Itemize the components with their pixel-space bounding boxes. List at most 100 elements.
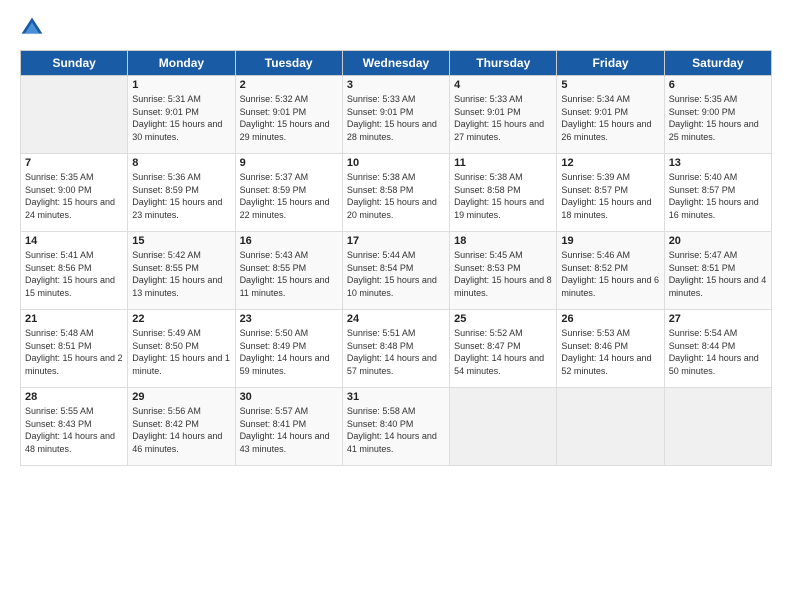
day-info: Sunrise: 5:35 AMSunset: 9:00 PMDaylight:… (25, 171, 123, 221)
calendar-cell: 12 Sunrise: 5:39 AMSunset: 8:57 PMDayligh… (557, 154, 664, 232)
header-monday: Monday (128, 51, 235, 76)
day-info: Sunrise: 5:45 AMSunset: 8:53 PMDaylight:… (454, 249, 552, 299)
calendar-cell: 16 Sunrise: 5:43 AMSunset: 8:55 PMDayligh… (235, 232, 342, 310)
day-number: 22 (132, 313, 230, 325)
day-number: 6 (669, 79, 767, 91)
day-number: 21 (25, 313, 123, 325)
calendar-cell: 11Sunrise: 5:38 AMSunset: 8:58 PMDayligh… (450, 154, 557, 232)
day-info: Sunrise: 5:36 AMSunset: 8:59 PMDaylight:… (132, 171, 230, 221)
calendar-cell: 23 Sunrise: 5:50 AMSunset: 8:49 PMDayligh… (235, 310, 342, 388)
calendar-cell (21, 76, 128, 154)
day-number: 27 (669, 313, 767, 325)
calendar-cell: 3 Sunrise: 5:33 AMSunset: 9:01 PMDaylight… (342, 76, 449, 154)
week-row-1: 7 Sunrise: 5:35 AMSunset: 9:00 PMDaylight… (21, 154, 772, 232)
calendar-cell (664, 388, 771, 466)
day-info: Sunrise: 5:38 AMSunset: 8:58 PMDaylight:… (347, 171, 445, 221)
day-number: 7 (25, 157, 123, 169)
day-number: 10 (347, 157, 445, 169)
week-row-4: 28 Sunrise: 5:55 AMSunset: 8:43 PMDayligh… (21, 388, 772, 466)
day-info: Sunrise: 5:51 AMSunset: 8:48 PMDaylight:… (347, 327, 445, 377)
day-number: 20 (669, 235, 767, 247)
calendar-cell: 17 Sunrise: 5:44 AMSunset: 8:54 PMDayligh… (342, 232, 449, 310)
header-sunday: Sunday (21, 51, 128, 76)
calendar-cell: 15 Sunrise: 5:42 AMSunset: 8:55 PMDayligh… (128, 232, 235, 310)
calendar-cell: 8 Sunrise: 5:36 AMSunset: 8:59 PMDaylight… (128, 154, 235, 232)
calendar-cell: 29Sunrise: 5:56 AMSunset: 8:42 PMDayligh… (128, 388, 235, 466)
week-row-0: 1 Sunrise: 5:31 AMSunset: 9:01 PMDaylight… (21, 76, 772, 154)
day-info: Sunrise: 5:39 AMSunset: 8:57 PMDaylight:… (561, 171, 659, 221)
day-number: 1 (132, 79, 230, 91)
day-info: Sunrise: 5:34 AMSunset: 9:01 PMDaylight:… (561, 93, 659, 143)
day-info: Sunrise: 5:47 AMSunset: 8:51 PMDaylight:… (669, 249, 767, 299)
day-info: Sunrise: 5:53 AMSunset: 8:46 PMDaylight:… (561, 327, 659, 377)
day-number: 13 (669, 157, 767, 169)
calendar-cell: 4Sunrise: 5:33 AMSunset: 9:01 PMDaylight… (450, 76, 557, 154)
calendar-cell: 24 Sunrise: 5:51 AMSunset: 8:48 PMDayligh… (342, 310, 449, 388)
header-thursday: Thursday (450, 51, 557, 76)
day-info: Sunrise: 5:46 AMSunset: 8:52 PMDaylight:… (561, 249, 659, 299)
week-row-2: 14Sunrise: 5:41 AMSunset: 8:56 PMDayligh… (21, 232, 772, 310)
calendar-cell: 20 Sunrise: 5:47 AMSunset: 8:51 PMDayligh… (664, 232, 771, 310)
logo (20, 16, 48, 40)
day-number: 16 (240, 235, 338, 247)
day-number: 2 (240, 79, 338, 91)
calendar-cell: 7 Sunrise: 5:35 AMSunset: 9:00 PMDaylight… (21, 154, 128, 232)
day-number: 8 (132, 157, 230, 169)
day-info: Sunrise: 5:54 AMSunset: 8:44 PMDaylight:… (669, 327, 767, 377)
day-info: Sunrise: 5:50 AMSunset: 8:49 PMDaylight:… (240, 327, 338, 377)
calendar-cell (557, 388, 664, 466)
calendar-cell: 10 Sunrise: 5:38 AMSunset: 8:58 PMDayligh… (342, 154, 449, 232)
calendar-cell: 21 Sunrise: 5:48 AMSunset: 8:51 PMDayligh… (21, 310, 128, 388)
day-info: Sunrise: 5:40 AMSunset: 8:57 PMDaylight:… (669, 171, 767, 221)
day-number: 25 (454, 313, 552, 325)
day-info: Sunrise: 5:43 AMSunset: 8:55 PMDaylight:… (240, 249, 338, 299)
calendar-cell: 28 Sunrise: 5:55 AMSunset: 8:43 PMDayligh… (21, 388, 128, 466)
day-info: Sunrise: 5:52 AMSunset: 8:47 PMDaylight:… (454, 327, 552, 377)
day-info: Sunrise: 5:35 AMSunset: 9:00 PMDaylight:… (669, 93, 767, 143)
day-number: 12 (561, 157, 659, 169)
day-info: Sunrise: 5:48 AMSunset: 8:51 PMDaylight:… (25, 327, 123, 377)
calendar-header-row: SundayMondayTuesdayWednesdayThursdayFrid… (21, 51, 772, 76)
calendar-cell: 22Sunrise: 5:49 AMSunset: 8:50 PMDayligh… (128, 310, 235, 388)
header-saturday: Saturday (664, 51, 771, 76)
calendar-cell: 13 Sunrise: 5:40 AMSunset: 8:57 PMDayligh… (664, 154, 771, 232)
calendar-cell: 26 Sunrise: 5:53 AMSunset: 8:46 PMDayligh… (557, 310, 664, 388)
day-number: 26 (561, 313, 659, 325)
calendar-cell: 18Sunrise: 5:45 AMSunset: 8:53 PMDayligh… (450, 232, 557, 310)
day-number: 23 (240, 313, 338, 325)
calendar-cell: 1 Sunrise: 5:31 AMSunset: 9:01 PMDaylight… (128, 76, 235, 154)
day-info: Sunrise: 5:41 AMSunset: 8:56 PMDaylight:… (25, 249, 123, 299)
calendar-table: SundayMondayTuesdayWednesdayThursdayFrid… (20, 50, 772, 466)
day-info: Sunrise: 5:37 AMSunset: 8:59 PMDaylight:… (240, 171, 338, 221)
calendar-cell: 6 Sunrise: 5:35 AMSunset: 9:00 PMDaylight… (664, 76, 771, 154)
day-info: Sunrise: 5:38 AMSunset: 8:58 PMDaylight:… (454, 171, 552, 221)
day-info: Sunrise: 5:42 AMSunset: 8:55 PMDaylight:… (132, 249, 230, 299)
week-row-3: 21 Sunrise: 5:48 AMSunset: 8:51 PMDayligh… (21, 310, 772, 388)
calendar-cell (450, 388, 557, 466)
day-info: Sunrise: 5:31 AMSunset: 9:01 PMDaylight:… (132, 93, 230, 143)
day-info: Sunrise: 5:57 AMSunset: 8:41 PMDaylight:… (240, 405, 338, 455)
day-number: 28 (25, 391, 123, 403)
day-info: Sunrise: 5:55 AMSunset: 8:43 PMDaylight:… (25, 405, 123, 455)
calendar-cell: 31Sunrise: 5:58 AMSunset: 8:40 PMDayligh… (342, 388, 449, 466)
day-number: 24 (347, 313, 445, 325)
header-tuesday: Tuesday (235, 51, 342, 76)
calendar-cell: 9 Sunrise: 5:37 AMSunset: 8:59 PMDaylight… (235, 154, 342, 232)
day-number: 3 (347, 79, 445, 91)
calendar-cell: 30Sunrise: 5:57 AMSunset: 8:41 PMDayligh… (235, 388, 342, 466)
calendar-cell: 2 Sunrise: 5:32 AMSunset: 9:01 PMDaylight… (235, 76, 342, 154)
header (20, 16, 772, 40)
day-number: 9 (240, 157, 338, 169)
day-info: Sunrise: 5:33 AMSunset: 9:01 PMDaylight:… (347, 93, 445, 143)
day-number: 19 (561, 235, 659, 247)
day-info: Sunrise: 5:32 AMSunset: 9:01 PMDaylight:… (240, 93, 338, 143)
day-number: 15 (132, 235, 230, 247)
day-number: 29 (132, 391, 230, 403)
header-wednesday: Wednesday (342, 51, 449, 76)
day-number: 17 (347, 235, 445, 247)
day-info: Sunrise: 5:44 AMSunset: 8:54 PMDaylight:… (347, 249, 445, 299)
day-info: Sunrise: 5:33 AMSunset: 9:01 PMDaylight:… (454, 93, 552, 143)
calendar-cell: 25 Sunrise: 5:52 AMSunset: 8:47 PMDayligh… (450, 310, 557, 388)
calendar-cell: 5Sunrise: 5:34 AMSunset: 9:01 PMDaylight… (557, 76, 664, 154)
header-friday: Friday (557, 51, 664, 76)
